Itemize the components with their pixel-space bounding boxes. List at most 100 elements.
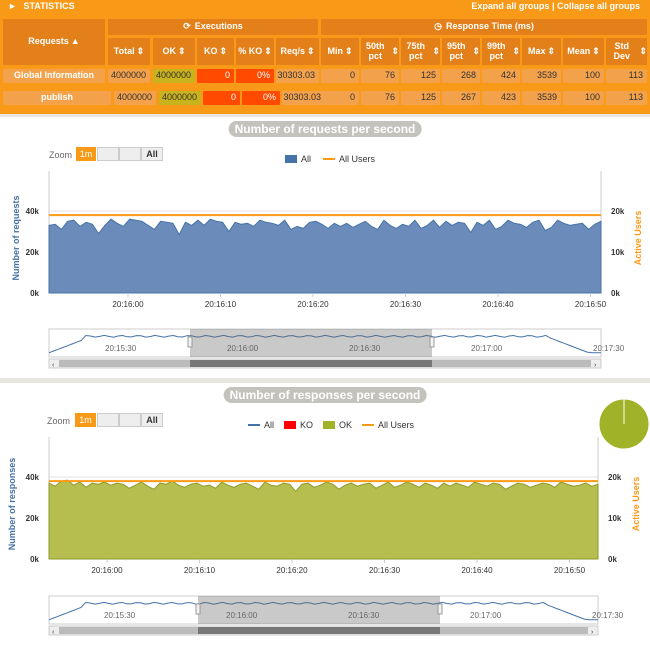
statistics-header[interactable]: ► STATISTICS [8, 1, 75, 11]
column-header-label: Max [527, 45, 546, 56]
column-header-10[interactable]: 99th pct ⇕ [482, 38, 520, 65]
sort-icon: ⇕ [177, 45, 186, 56]
navigator-tick-label: 20:15:30 [104, 611, 136, 620]
executions-label: Executions [194, 21, 243, 32]
navigator-tick-label: 20:17:30 [593, 344, 625, 353]
group-toggle-links: Expand all groups | Collapse all groups [471, 1, 640, 11]
y2-tick-label: 0k [611, 289, 620, 298]
x-tick-label: 20:16:30 [390, 300, 422, 309]
clock-icon: ◷ [434, 21, 442, 32]
row-name[interactable]: Global Information [3, 69, 105, 83]
column-header-2[interactable]: OK ⇕ [153, 38, 195, 65]
response-time-label: Response Time (ms) [445, 21, 534, 32]
column-header-label: Req/s [280, 45, 305, 56]
column-header-label: KO [203, 45, 218, 56]
row-value-col-3: 0 [203, 91, 240, 105]
link-separator: | [549, 1, 557, 11]
sort-icon: ⇕ [306, 45, 315, 56]
responses-pie-chart [598, 398, 650, 450]
navigator-scrollbar-selection[interactable] [190, 360, 432, 367]
y-tick-label: 20k [26, 248, 40, 257]
sort-ascending-icon: ▲ [70, 36, 80, 47]
row-value-col-8: 125 [401, 69, 440, 83]
y2-tick-label: 10k [608, 514, 622, 523]
row-value-col-7: 76 [361, 91, 399, 105]
sort-icon: ⇕ [639, 45, 647, 56]
y2-tick-label: 10k [611, 248, 625, 257]
row-value-col-10: 423 [482, 91, 520, 105]
row-value-col-11: 3539 [522, 91, 561, 105]
row-value-col-12: 100 [563, 91, 604, 105]
y-tick-label: 0k [30, 289, 39, 298]
sort-icon: ⇕ [432, 45, 440, 56]
navigator-tick-label: 20:16:30 [348, 611, 380, 620]
row-value-col-11: 3539 [522, 69, 561, 83]
column-header-label: Mean [567, 45, 591, 56]
row-value-col-12: 100 [563, 69, 604, 83]
sort-icon: ⇕ [264, 45, 272, 56]
row-name[interactable]: publish [3, 91, 111, 105]
navigator-right-handle[interactable] [429, 336, 435, 348]
row-value-col-6: 0 [321, 91, 359, 105]
x-tick-label: 20:16:30 [369, 566, 401, 575]
collapse-all-groups-link[interactable]: Collapse all groups [557, 1, 640, 11]
navigator-tick-label: 20:17:00 [471, 344, 503, 353]
row-value-col-13: 113 [606, 69, 647, 83]
series-all-area[interactable] [48, 479, 599, 560]
navigator-tick-label: 20:16:00 [226, 611, 258, 620]
column-header-4[interactable]: % KO ⇕ [236, 38, 274, 65]
sort-icon: ⇕ [344, 45, 353, 56]
refresh-icon: ⟳ [183, 21, 191, 32]
column-header-12[interactable]: Mean ⇕ [563, 38, 604, 65]
column-header-label: Std Dev [613, 40, 630, 61]
y-tick-label: 0k [30, 555, 39, 564]
statistics-panel: ► STATISTICS Expand all groups | Collaps… [0, 0, 650, 114]
responses-chart-panel: Number of responses per second Zoom 1m A… [0, 383, 650, 645]
row-value-col-9: 268 [442, 69, 480, 83]
navigator-right-handle[interactable] [437, 603, 443, 615]
row-value-col-2: 4000000 [153, 69, 195, 83]
column-header-5[interactable]: Req/s ⇕ [276, 38, 319, 65]
column-header-label: % KO [238, 45, 263, 56]
navigator-tick-label: 20:16:30 [349, 344, 381, 353]
y2-tick-label: 20k [611, 207, 625, 216]
column-header-8[interactable]: 75th pct ⇕ [401, 38, 440, 65]
y-tick-label: 20k [26, 514, 40, 523]
x-tick-label: 20:16:20 [276, 566, 308, 575]
column-header-6[interactable]: Min ⇕ [321, 38, 359, 65]
column-header-13[interactable]: Std Dev ⇕ [606, 38, 647, 65]
x-tick-label: 20:16:20 [297, 300, 329, 309]
x-tick-label: 20:16:40 [461, 566, 493, 575]
sort-icon: ⇕ [219, 45, 228, 56]
y2-tick-label: 0k [608, 555, 617, 564]
navigator-left-handle[interactable] [187, 336, 193, 348]
series-all-area[interactable] [48, 218, 602, 294]
column-header-3[interactable]: KO ⇕ [197, 38, 234, 65]
column-header-9[interactable]: 95th pct ⇕ [442, 38, 480, 65]
requests-chart: 0k 0k 20k 10k 40k 20k 20:16:00 20:16:10 20:16:20… [26, 171, 625, 369]
row-value-col-8: 125 [401, 91, 440, 105]
column-header-label: Min [327, 45, 343, 56]
row-value-col-4: 0% [236, 69, 274, 83]
column-header-label: Total [113, 45, 135, 56]
navigator-scrollbar-selection[interactable] [198, 627, 440, 634]
navigator-left-handle[interactable] [195, 603, 201, 615]
expand-all-groups-link[interactable]: Expand all groups [471, 1, 549, 11]
row-value-col-5: 30303.03 [276, 69, 319, 83]
row-value-col-1: 4000000 [114, 91, 156, 105]
collapse-arrow-icon[interactable]: ► [8, 1, 17, 11]
column-header-11[interactable]: Max ⇕ [522, 38, 561, 65]
column-header-requests[interactable]: Requests ▲ [3, 19, 105, 65]
navigator-tick-label: 20:17:30 [592, 611, 624, 620]
column-header-label: OK [162, 45, 176, 56]
column-header-label: 99th pct [486, 40, 506, 61]
row-value-col-10: 424 [482, 69, 520, 83]
x-tick-label: 20:16:10 [205, 300, 237, 309]
navigator-tick-label: 20:16:00 [227, 344, 259, 353]
requests-chart-panel: Number of requests per second Zoom 1m Al… [0, 117, 650, 378]
sort-icon: ⇕ [472, 45, 480, 56]
row-value-col-6: 0 [321, 69, 359, 83]
column-header-1[interactable]: Total ⇕ [108, 38, 150, 65]
x-tick-label: 20:16:50 [554, 566, 586, 575]
column-header-7[interactable]: 50th pct ⇕ [361, 38, 399, 65]
